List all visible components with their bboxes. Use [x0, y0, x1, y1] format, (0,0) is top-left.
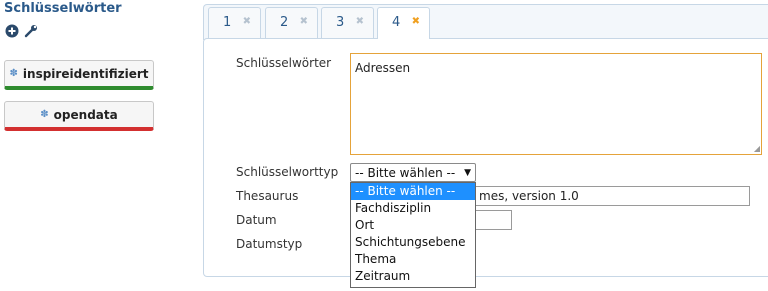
close-icon[interactable]: ✖: [300, 16, 308, 27]
keyword-type-label: Schlüsselworttyp: [236, 165, 339, 179]
sidebar-title: Schlüsselwörter: [4, 1, 122, 16]
tab-1[interactable]: 1 ✖: [208, 7, 261, 38]
keyword-button-label: opendata: [53, 107, 118, 122]
tab-4[interactable]: 4 ✖: [377, 7, 430, 39]
date-type-label: Datumstyp: [236, 237, 303, 251]
dropdown-option[interactable]: -- Bitte wählen --: [351, 183, 475, 200]
gear-icon: ✽: [40, 109, 49, 120]
wrench-icon[interactable]: [23, 24, 38, 39]
gear-icon: ✽: [9, 68, 18, 79]
close-icon[interactable]: ✖: [412, 16, 420, 27]
tab-label: 1: [223, 15, 232, 30]
dropdown-option[interactable]: Fachdisziplin: [351, 200, 475, 217]
keyword-button-inspireidentifiziert[interactable]: ✽ inspireidentifiziert: [4, 60, 154, 90]
keywords-label: Schlüsselwörter: [236, 56, 332, 70]
close-icon[interactable]: ✖: [356, 16, 364, 27]
date-label: Datum: [236, 213, 277, 227]
plus-circle-icon[interactable]: [4, 24, 19, 39]
close-icon[interactable]: ✖: [243, 16, 251, 27]
keyword-button-opendata[interactable]: ✽ opendata: [4, 101, 154, 131]
keywords-value: Adressen: [355, 61, 411, 75]
thesaurus-value: mes, version 1.0: [479, 189, 579, 203]
tab-label: 3: [336, 15, 345, 30]
keyword-type-select[interactable]: -- Bitte wählen -- ▼: [350, 163, 476, 182]
tab-label: 4: [392, 15, 401, 30]
sidebar-toolbar: [4, 23, 38, 39]
dropdown-option[interactable]: Schichtungsebene: [351, 234, 475, 251]
tab-label: 2: [280, 15, 289, 30]
resize-grip-icon[interactable]: ◢: [754, 145, 760, 153]
keyword-type-dropdown[interactable]: -- Bitte wählen -- Fachdisziplin Ort Sch…: [350, 182, 476, 288]
keywords-textarea[interactable]: Adressen ◢: [350, 53, 762, 155]
thesaurus-label: Thesaurus: [236, 189, 299, 203]
chevron-down-icon: ▼: [464, 167, 471, 178]
tab-3[interactable]: 3 ✖: [321, 7, 374, 38]
dropdown-option[interactable]: Ort: [351, 217, 475, 234]
tab-2[interactable]: 2 ✖: [265, 7, 318, 38]
keyword-type-selected: -- Bitte wählen --: [355, 165, 456, 180]
dropdown-option[interactable]: Thema: [351, 251, 475, 268]
keyword-button-label: inspireidentifiziert: [22, 66, 149, 81]
dropdown-option[interactable]: Zeitraum: [351, 268, 475, 285]
